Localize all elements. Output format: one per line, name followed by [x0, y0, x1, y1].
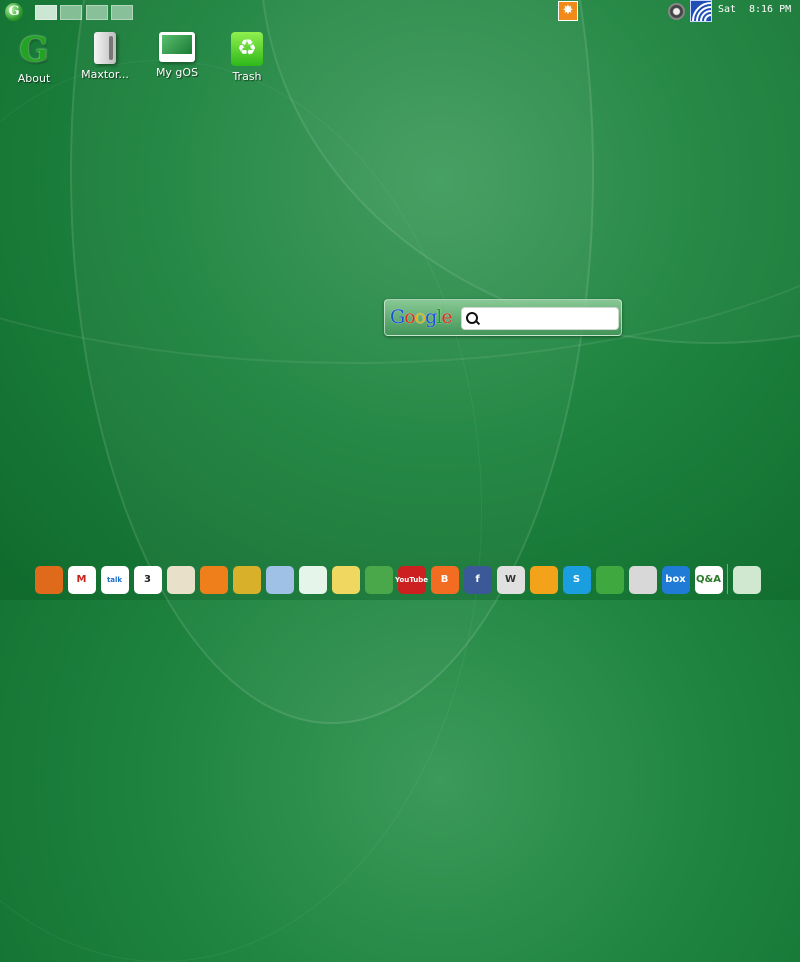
settings-icon — [732, 565, 761, 594]
google-logo-letter: o — [404, 306, 415, 328]
gmail-icon: M — [67, 565, 96, 594]
dock-item-contacts[interactable] — [230, 563, 263, 596]
dock-item-youtube[interactable]: YouTube — [395, 563, 428, 596]
monitor-icon — [159, 32, 195, 62]
dock-item-facebook[interactable]: f — [461, 563, 494, 596]
workspace-2[interactable] — [60, 5, 82, 20]
dock-separator — [727, 564, 728, 594]
google-search-input[interactable] — [480, 309, 618, 330]
dock-item-gmail[interactable]: M — [65, 563, 98, 596]
search-icon — [466, 312, 478, 324]
dock-item-stocks[interactable] — [296, 563, 329, 596]
facebook-icon: f — [463, 565, 492, 594]
google-logo-letter: G — [390, 306, 405, 328]
google-search-widget: Google — [384, 299, 622, 336]
desktop-icon-label: My gOS — [155, 66, 199, 79]
drive-icon — [94, 32, 116, 64]
desktop-icon-label: Maxtor... — [81, 68, 129, 81]
gos-about-icon: G — [19, 30, 49, 70]
dock-item-notes[interactable] — [164, 563, 197, 596]
speaker-icon[interactable] — [668, 3, 685, 20]
top-panel: G ✸ Sat 8:16 PM — [0, 0, 800, 24]
desktop-icon-my-gos[interactable]: My gOS — [144, 32, 210, 79]
stocks-icon — [298, 565, 327, 594]
calendar-icon: 3 — [133, 565, 162, 594]
desktop-icon-label: Trash — [232, 70, 262, 83]
gos-menu-icon[interactable]: G — [5, 3, 23, 21]
dock: Mtalk 3 YouTube Bf W Sbox Q&A — [32, 563, 763, 596]
media-player-icon — [595, 565, 624, 594]
clock-day[interactable]: Sat — [718, 4, 736, 15]
dock-item-box[interactable]: box — [659, 563, 692, 596]
desktop-icon-about[interactable]: G About — [1, 32, 67, 85]
contacts-icon — [232, 565, 261, 594]
rss-icon — [199, 565, 228, 594]
google-logo: Google — [390, 306, 453, 328]
meebo-icon — [529, 565, 558, 594]
workspace-1[interactable] — [35, 5, 57, 20]
dock-item-maps[interactable] — [263, 563, 296, 596]
blogger-icon: B — [430, 565, 459, 594]
gtalk-icon: talk — [100, 565, 129, 594]
dock-item-meebo[interactable] — [527, 563, 560, 596]
desktop-icon-trash[interactable]: ♻ Trash — [214, 32, 280, 83]
firefox-icon — [34, 565, 63, 594]
qa-icon: Q&A — [694, 565, 723, 594]
dock-item-settings[interactable] — [730, 563, 763, 596]
trash-icon: ♻ — [231, 32, 263, 66]
desktop-icon-label: About — [17, 72, 51, 85]
dock-item-wikipedia[interactable]: W — [494, 563, 527, 596]
dock-item-blogger[interactable]: B — [428, 563, 461, 596]
google-logo-letter: e — [441, 306, 452, 328]
google-logo-letter: o — [414, 306, 426, 328]
books-icon — [364, 565, 393, 594]
wikipedia-icon: W — [496, 565, 525, 594]
skype-icon: S — [562, 565, 591, 594]
clock-time[interactable]: 8:16 PM — [749, 4, 791, 15]
youtube-icon: YouTube — [395, 565, 428, 594]
workspace-3[interactable] — [86, 5, 108, 20]
desktop-icon-maxtor[interactable]: Maxtor... — [72, 32, 138, 81]
dock-item-media-player[interactable] — [593, 563, 626, 596]
box-icon: box — [661, 565, 690, 594]
dock-item-calendar[interactable]: 3 — [131, 563, 164, 596]
shopping-icon — [331, 565, 360, 594]
dock-item-firefox[interactable] — [32, 563, 65, 596]
workspace-4[interactable] — [111, 5, 133, 20]
dock-item-shopping[interactable] — [329, 563, 362, 596]
music-icon — [628, 565, 657, 594]
dock-item-skype[interactable]: S — [560, 563, 593, 596]
dock-item-music[interactable] — [626, 563, 659, 596]
dock-item-qa[interactable]: Q&A — [692, 563, 725, 596]
notes-icon — [166, 565, 195, 594]
google-search-field[interactable] — [461, 307, 619, 330]
dock-item-rss[interactable] — [197, 563, 230, 596]
google-logo-letter: g — [425, 306, 437, 328]
maps-icon — [265, 565, 294, 594]
dock-item-gtalk[interactable]: talk — [98, 563, 131, 596]
notification-icon[interactable]: ✸ — [558, 1, 578, 21]
dock-item-books[interactable] — [362, 563, 395, 596]
wifi-icon[interactable] — [690, 0, 712, 22]
